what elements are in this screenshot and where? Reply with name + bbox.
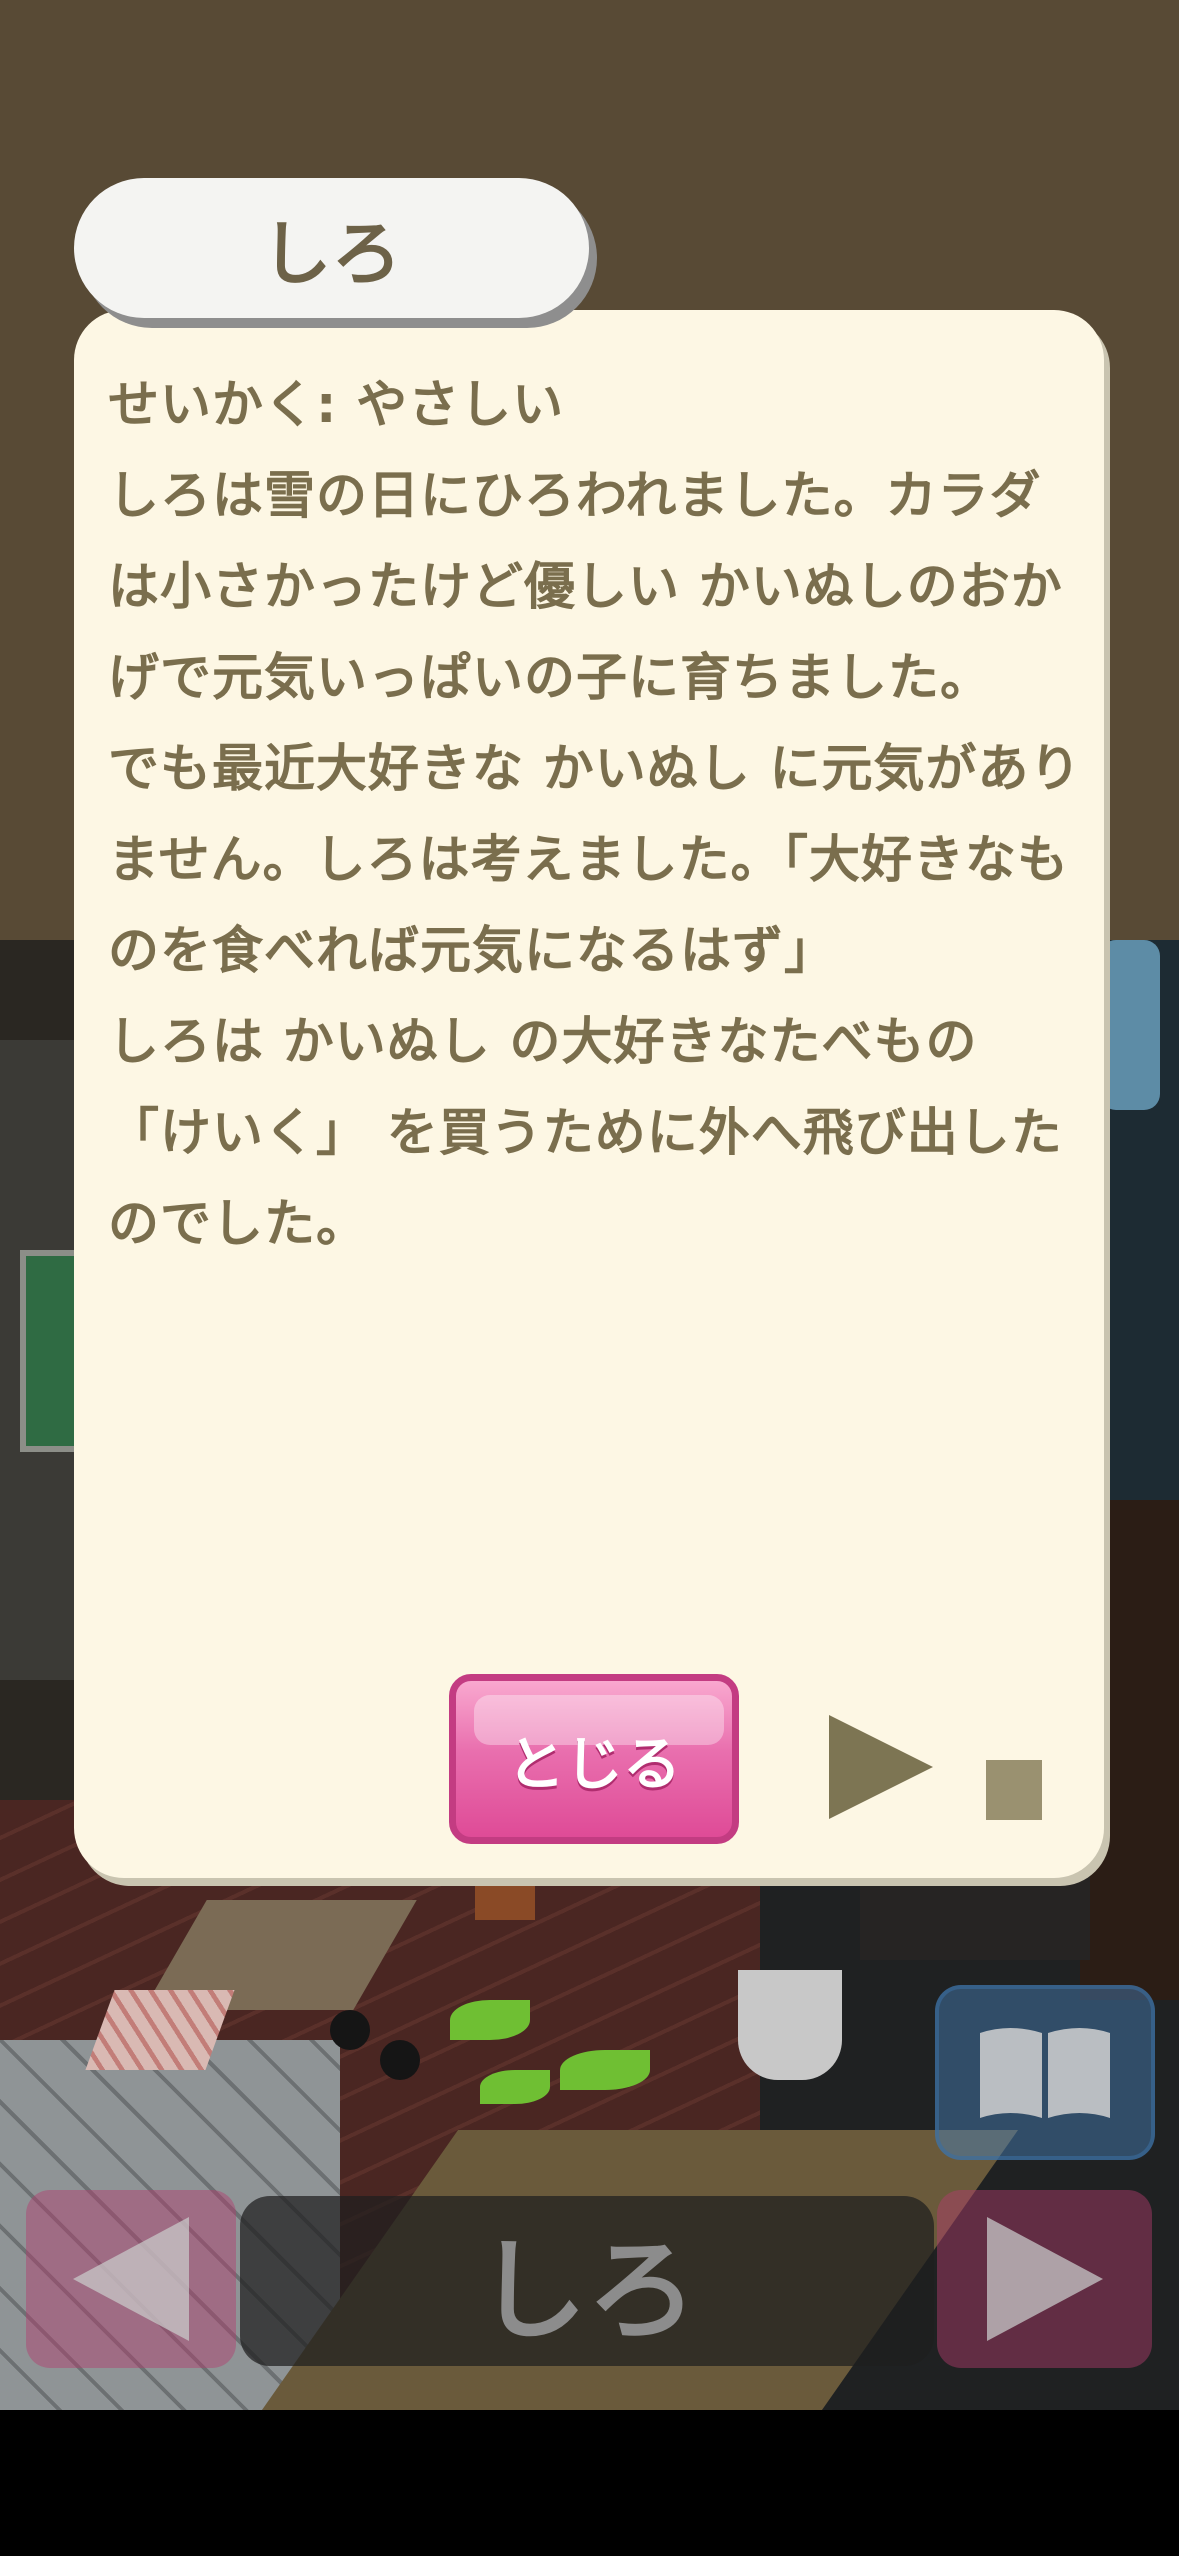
play-icon[interactable] [829, 1715, 933, 1819]
selected-character-name: しろ [477, 2227, 697, 2355]
plant-leaf [450, 2000, 530, 2040]
book-button[interactable] [935, 1985, 1155, 2160]
blue-box [1100, 940, 1160, 1110]
character-name: しろ [261, 212, 402, 295]
plant-leaf [560, 2050, 650, 2090]
dumbbell [380, 2040, 420, 2080]
book-icon [980, 2027, 1110, 2118]
arrow-right-icon [986, 2217, 1103, 2341]
character-name-tab: しろ [74, 178, 589, 318]
arrow-left-icon [73, 2217, 189, 2341]
story-text: せいかく: やさしい しろは雪の日にひろわれました。カラダは小さかったけど優しい… [108, 376, 1082, 1254]
dumbbell [330, 2010, 370, 2050]
game-screen: せいかく: やさしい しろは雪の日にひろわれました。カラダは小さかったけど優しい… [0, 0, 1179, 2556]
plant-leaf [480, 2070, 550, 2104]
story-card: せいかく: やさしい しろは雪の日にひろわれました。カラダは小さかったけど優しい… [74, 310, 1104, 1878]
next-character-button[interactable] [937, 2190, 1152, 2368]
stop-icon[interactable] [986, 1760, 1042, 1820]
close-button-label: とじる [506, 1730, 681, 1798]
prev-character-button[interactable] [26, 2190, 236, 2368]
close-button[interactable]: とじる [449, 1674, 739, 1844]
character-selector-name: しろ [240, 2196, 934, 2366]
bottom-black-bar [0, 2410, 1179, 2556]
plant-pot [738, 1970, 842, 2080]
